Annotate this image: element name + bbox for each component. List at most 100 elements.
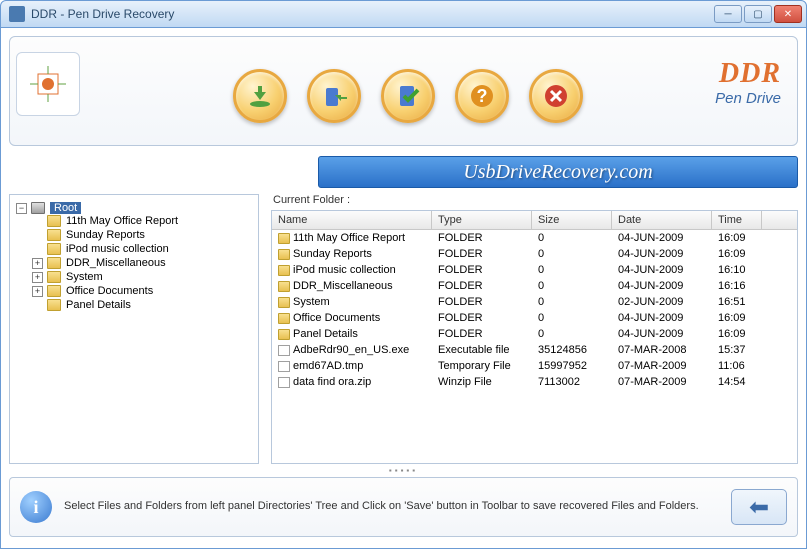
cell: 16:51 bbox=[712, 295, 762, 309]
cell: 0 bbox=[532, 327, 612, 341]
col-time[interactable]: Time bbox=[712, 211, 762, 229]
expand-icon[interactable]: + bbox=[32, 286, 43, 297]
cell: 0 bbox=[532, 247, 612, 261]
list-row[interactable]: DDR_MiscellaneousFOLDER004-JUN-200916:16 bbox=[272, 278, 797, 294]
tree-node[interactable]: + DDR_Miscellaneous bbox=[32, 257, 254, 269]
tree-node[interactable]: Panel Details bbox=[32, 299, 254, 311]
col-date[interactable]: Date bbox=[612, 211, 712, 229]
cell: 15:37 bbox=[712, 343, 762, 357]
folder-icon bbox=[47, 257, 61, 269]
current-folder-label: Current Folder : bbox=[271, 194, 798, 206]
cell: iPod music collection bbox=[272, 263, 432, 277]
file-icon bbox=[278, 377, 290, 388]
expander-blank bbox=[32, 244, 43, 255]
cell: FOLDER bbox=[432, 247, 532, 261]
cell: 11th May Office Report bbox=[272, 231, 432, 245]
bottom-bar: i Select Files and Folders from left pan… bbox=[9, 477, 798, 537]
url-banner: UsbDriveRecovery.com bbox=[318, 156, 798, 188]
file-icon bbox=[278, 345, 290, 356]
drive-icon bbox=[31, 202, 45, 214]
brand-name: DDR bbox=[715, 58, 781, 90]
tree-root[interactable]: − Root bbox=[16, 202, 254, 214]
tree-node[interactable]: 11th May Office Report bbox=[32, 215, 254, 227]
cell: 04-JUN-2009 bbox=[612, 263, 712, 277]
collapse-icon[interactable]: − bbox=[16, 203, 27, 214]
titlebar[interactable]: DDR - Pen Drive Recovery ─ ▢ ✕ bbox=[0, 0, 807, 28]
cell: 0 bbox=[532, 231, 612, 245]
tree-node[interactable]: iPod music collection bbox=[32, 243, 254, 255]
expand-icon[interactable]: + bbox=[32, 258, 43, 269]
cell: 11:06 bbox=[712, 359, 762, 373]
svg-text:?: ? bbox=[476, 86, 487, 106]
cell: FOLDER bbox=[432, 231, 532, 245]
folder-icon bbox=[278, 297, 290, 308]
save-button[interactable] bbox=[233, 69, 287, 123]
tree-node-label: DDR_Miscellaneous bbox=[66, 257, 166, 269]
folder-icon bbox=[47, 271, 61, 283]
folder-icon bbox=[47, 215, 61, 227]
cancel-button[interactable] bbox=[529, 69, 583, 123]
cell: 16:09 bbox=[712, 247, 762, 261]
tree-node[interactable]: Sunday Reports bbox=[32, 229, 254, 241]
help-button[interactable]: ? bbox=[455, 69, 509, 123]
cell: 16:10 bbox=[712, 263, 762, 277]
directory-tree[interactable]: − Root 11th May Office Report Sunday Repo… bbox=[14, 201, 254, 313]
tree-node-label: iPod music collection bbox=[66, 243, 169, 255]
cell: 14:54 bbox=[712, 375, 762, 389]
folder-icon bbox=[47, 285, 61, 297]
list-body[interactable]: 11th May Office ReportFOLDER004-JUN-2009… bbox=[272, 230, 797, 463]
window-title: DDR - Pen Drive Recovery bbox=[31, 7, 714, 21]
tree-root-label[interactable]: Root bbox=[50, 202, 81, 214]
toolbar: ? bbox=[100, 59, 715, 123]
list-row[interactable]: data find ora.zipWinzip File711300207-MA… bbox=[272, 374, 797, 390]
cell: 0 bbox=[532, 263, 612, 277]
back-button[interactable]: ⬅ bbox=[731, 489, 787, 525]
list-row[interactable]: Sunday ReportsFOLDER004-JUN-200916:09 bbox=[272, 246, 797, 262]
list-row[interactable]: 11th May Office ReportFOLDER004-JUN-2009… bbox=[272, 230, 797, 246]
cell: Sunday Reports bbox=[272, 247, 432, 261]
list-row[interactable]: emd67AD.tmpTemporary File1599795207-MAR-… bbox=[272, 358, 797, 374]
expander-blank bbox=[32, 300, 43, 311]
cell: 04-JUN-2009 bbox=[612, 231, 712, 245]
expander-blank bbox=[32, 216, 43, 227]
list-row[interactable]: Office DocumentsFOLDER004-JUN-200916:09 bbox=[272, 310, 797, 326]
cell: 04-JUN-2009 bbox=[612, 327, 712, 341]
app-logo bbox=[16, 52, 80, 116]
col-size[interactable]: Size bbox=[532, 211, 612, 229]
cell: Panel Details bbox=[272, 327, 432, 341]
folder-icon bbox=[278, 329, 290, 340]
file-list[interactable]: Name Type Size Date Time 11th May Office… bbox=[271, 210, 798, 464]
open-button[interactable] bbox=[307, 69, 361, 123]
tree-node[interactable]: +Office Documents bbox=[32, 285, 254, 297]
back-arrow-icon: ⬅ bbox=[749, 493, 769, 522]
col-type[interactable]: Type bbox=[432, 211, 532, 229]
tree-node-label: Panel Details bbox=[66, 299, 131, 311]
cell: 07-MAR-2009 bbox=[612, 375, 712, 389]
cell: 16:09 bbox=[712, 231, 762, 245]
list-row[interactable]: AdbeRdr90_en_US.exeExecutable file351248… bbox=[272, 342, 797, 358]
window-body: ? DDR Pen Drive UsbDriveRecovery.com − R… bbox=[0, 28, 807, 549]
folder-icon bbox=[278, 249, 290, 260]
resize-grip[interactable]: ▪▪▪▪▪ bbox=[9, 464, 798, 477]
tree-node-label: Sunday Reports bbox=[66, 229, 145, 241]
cell: 0 bbox=[532, 311, 612, 325]
cell: Office Documents bbox=[272, 311, 432, 325]
check-button[interactable] bbox=[381, 69, 435, 123]
list-row[interactable]: iPod music collectionFOLDER004-JUN-20091… bbox=[272, 262, 797, 278]
col-name[interactable]: Name bbox=[272, 211, 432, 229]
cell: AdbeRdr90_en_US.exe bbox=[272, 343, 432, 357]
list-row[interactable]: SystemFOLDER002-JUN-200916:51 bbox=[272, 294, 797, 310]
tree-panel[interactable]: − Root 11th May Office Report Sunday Repo… bbox=[9, 194, 259, 464]
list-row[interactable]: Panel DetailsFOLDER004-JUN-200916:09 bbox=[272, 326, 797, 342]
cell: 35124856 bbox=[532, 343, 612, 357]
folder-icon bbox=[278, 281, 290, 292]
tree-node-label: System bbox=[66, 271, 103, 283]
minimize-button[interactable]: ─ bbox=[714, 5, 742, 23]
content-row: − Root 11th May Office ReportSunday Repo… bbox=[9, 194, 798, 464]
tree-node[interactable]: + System bbox=[32, 271, 254, 283]
tree-node-label: 11th May Office Report bbox=[66, 215, 178, 227]
close-button[interactable]: ✕ bbox=[774, 5, 802, 23]
cell: FOLDER bbox=[432, 311, 532, 325]
expand-icon[interactable]: + bbox=[32, 272, 43, 283]
maximize-button[interactable]: ▢ bbox=[744, 5, 772, 23]
